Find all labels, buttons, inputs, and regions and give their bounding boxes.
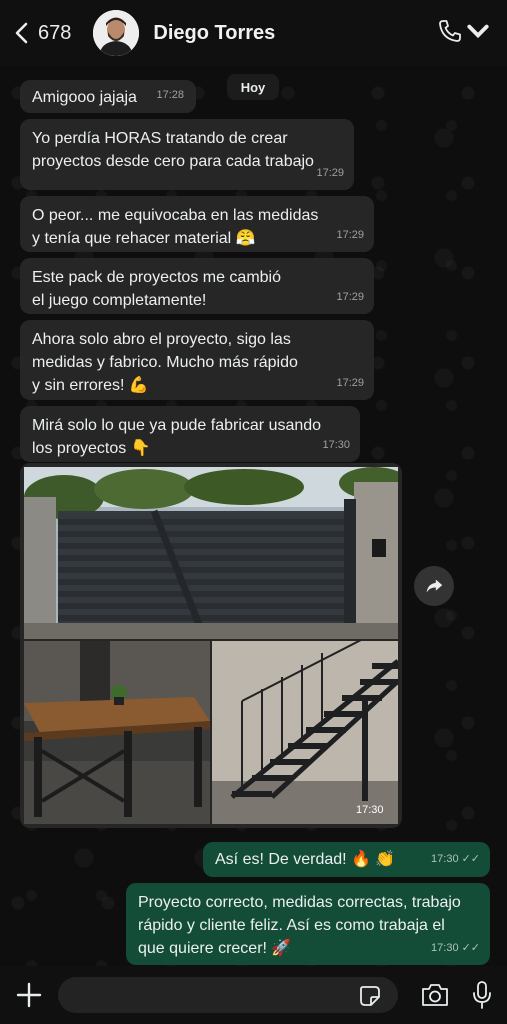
date-chip: Hoy [227, 74, 279, 100]
plus-icon[interactable] [14, 980, 44, 1010]
forward-button[interactable] [414, 566, 454, 606]
message-time: 17:29 [336, 291, 364, 303]
outgoing-message-bubble[interactable]: Así es! De verdad! 🔥 👏 17:30 ✓✓ [203, 842, 490, 877]
back-button[interactable]: 678 [12, 21, 71, 45]
message-text: y sin errores! 💪 [32, 377, 149, 394]
message-text: los proyectos 👇 [32, 440, 151, 457]
double-check-icon: ✓✓ [461, 942, 480, 954]
media-time: 17:30 [356, 804, 384, 816]
message-bubble[interactable]: Ahora solo abro el proyecto, sigo las me… [20, 320, 374, 400]
message-text: y tenía que rehacer material 😤 [32, 230, 256, 247]
microphone-icon[interactable] [470, 980, 494, 1010]
message-time: 17:29 [336, 229, 364, 241]
message-time: 17:30 [431, 853, 459, 865]
message-text: O peor... me equivocaba en las medidas [32, 207, 319, 224]
message-status: 17:30 ✓✓ [431, 937, 480, 960]
message-bubble[interactable]: Yo perdía HORAS tratando de crear proyec… [20, 119, 354, 190]
message-text: Amigooo jajaja [32, 89, 137, 106]
message-bubble[interactable]: Mirá solo lo que ya pude fabricar usando… [20, 406, 360, 462]
call-button[interactable] [437, 18, 491, 44]
message-text: medidas y fabrico. Mucho más rápido [32, 354, 298, 371]
message-text: Este pack de proyectos me cambió [32, 269, 282, 286]
chat-header: 678 Diego Torres [0, 0, 507, 66]
share-arrow-icon [426, 579, 443, 593]
message-text: el juego completamente! [32, 292, 207, 309]
media-message[interactable] [20, 463, 402, 828]
message-bubble[interactable]: Amigooo jajaja 17:28 [20, 80, 196, 113]
message-text: que quiere crecer! 🚀 [138, 940, 292, 957]
chevron-down-icon [467, 24, 489, 39]
camera-icon[interactable] [420, 982, 450, 1008]
message-text: Ahora solo abro el proyecto, sigo las [32, 331, 291, 348]
double-check-icon: ✓✓ [461, 853, 480, 865]
wood-table-photo[interactable] [24, 641, 210, 824]
message-time: 17:29 [316, 167, 344, 179]
message-time: 17:30 [431, 942, 459, 954]
message-input[interactable] [58, 977, 398, 1013]
message-text: Proyecto correcto, medidas correctas, tr… [138, 894, 461, 911]
message-text: proyectos desde cero para cada trabajo [32, 153, 314, 170]
composer-bar [0, 966, 507, 1024]
message-time: 17:28 [156, 89, 184, 101]
message-status: 17:30 ✓✓ [431, 848, 480, 871]
message-bubble[interactable]: O peor... me equivocaba en las medidas y… [20, 196, 374, 252]
chevron-left-icon [15, 22, 28, 44]
message-text: Mirá solo lo que ya pude fabricar usando [32, 417, 322, 434]
contact-name[interactable]: Diego Torres [153, 22, 275, 45]
message-time: 17:29 [336, 377, 364, 389]
message-text: Así es! De verdad! 🔥 👏 [215, 851, 396, 868]
avatar[interactable] [93, 10, 140, 56]
message-text: rápido y cliente feliz. Así es como trab… [138, 917, 445, 934]
sticker-icon[interactable] [358, 984, 382, 1008]
message-bubble[interactable]: Este pack de proyectos me cambió el jueg… [20, 258, 374, 314]
metal-gate-photo[interactable] [24, 467, 398, 639]
outgoing-message-bubble[interactable]: Proyecto correcto, medidas correctas, tr… [126, 883, 490, 965]
message-time: 17:30 [322, 439, 350, 451]
message-text: Yo perdía HORAS tratando de crear [32, 130, 288, 147]
phone-icon [439, 20, 461, 42]
metal-staircase-photo[interactable] [212, 641, 398, 824]
unread-count: 678 [38, 21, 72, 44]
